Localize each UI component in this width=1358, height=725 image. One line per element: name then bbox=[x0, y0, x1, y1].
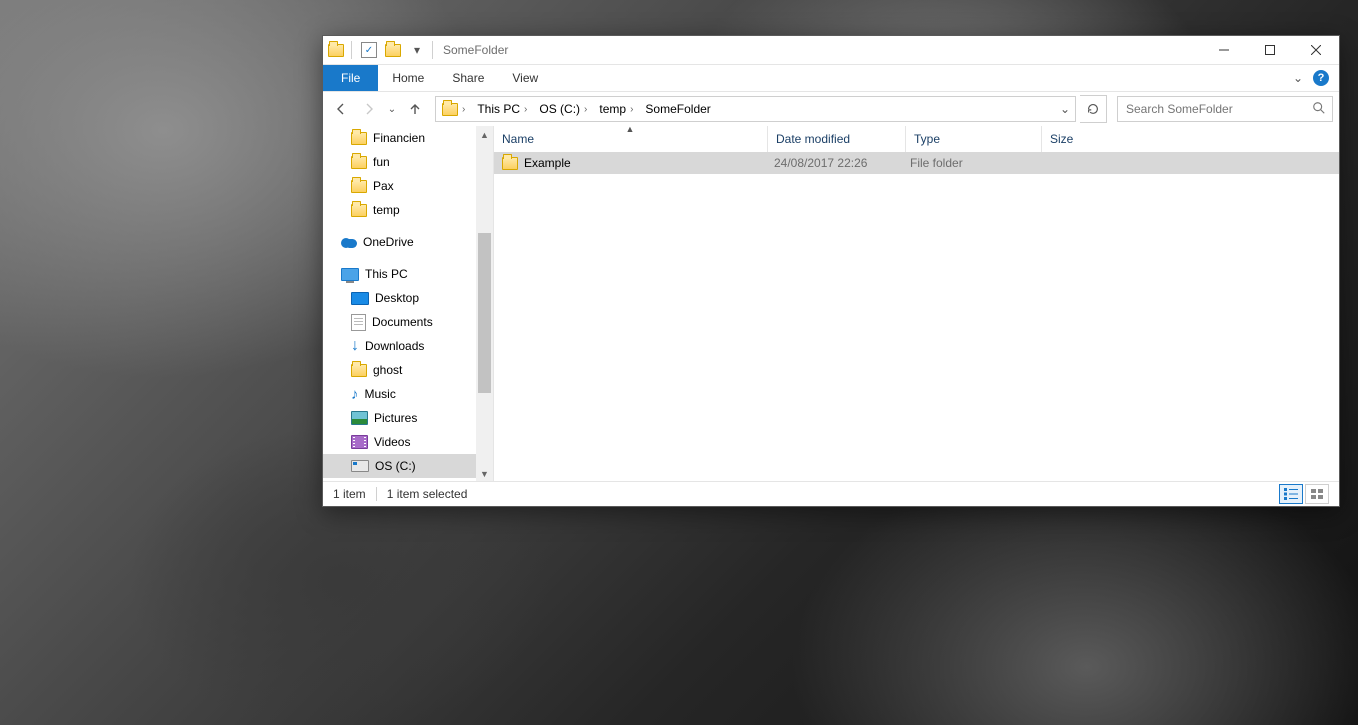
documents-icon bbox=[351, 314, 366, 331]
nav-quick-pax[interactable]: Pax bbox=[323, 174, 493, 198]
file-list-pane: Name ▲ Date modified Type Size Example 2… bbox=[494, 126, 1339, 482]
ribbon: File Home Share View ⌄ ? bbox=[323, 65, 1339, 92]
recent-locations-button[interactable]: ⌄ bbox=[385, 97, 399, 121]
breadcrumb-this-pc[interactable]: This PC› bbox=[471, 97, 533, 121]
col-size[interactable]: Size bbox=[1041, 126, 1131, 152]
navigation-pane: Financien fun Pax temp OneDrive This PC … bbox=[323, 126, 493, 482]
navpane-scrollbar[interactable]: ▲ ▼ bbox=[476, 126, 493, 482]
separator bbox=[432, 41, 433, 59]
scroll-track[interactable] bbox=[476, 143, 493, 465]
status-selection: 1 item selected bbox=[387, 487, 468, 501]
status-item-count: 1 item bbox=[333, 487, 366, 501]
file-row[interactable]: Example 24/08/2017 22:26 File folder bbox=[494, 152, 1339, 174]
qat-properties-button[interactable]: ✓ bbox=[358, 39, 380, 61]
breadcrumb-os-c[interactable]: OS (C:)› bbox=[533, 97, 593, 121]
desktop-background: ✓ ▾ SomeFolder File Home Share View ⌄ ? bbox=[0, 0, 1358, 725]
nav-documents[interactable]: Documents bbox=[323, 310, 493, 334]
scroll-up-icon[interactable]: ▲ bbox=[476, 126, 493, 143]
tab-file[interactable]: File bbox=[323, 65, 378, 91]
drive-icon bbox=[351, 460, 369, 472]
search-input[interactable] bbox=[1124, 101, 1312, 117]
qat-customize-button[interactable]: ▾ bbox=[406, 39, 428, 61]
title-bar: ✓ ▾ SomeFolder bbox=[323, 36, 1339, 65]
up-button[interactable] bbox=[403, 97, 427, 121]
close-button[interactable] bbox=[1293, 36, 1339, 64]
nav-quick-financien[interactable]: Financien bbox=[323, 126, 493, 150]
status-bar: 1 item 1 item selected bbox=[323, 481, 1339, 506]
nav-ghost[interactable]: ghost bbox=[323, 358, 493, 382]
address-bar[interactable]: › This PC› OS (C:)› temp› SomeFolder ⌄ bbox=[435, 96, 1076, 122]
downloads-icon: ↓ bbox=[351, 338, 359, 354]
window-title: SomeFolder bbox=[443, 43, 508, 57]
videos-icon bbox=[351, 435, 368, 449]
window-body: Financien fun Pax temp OneDrive This PC … bbox=[323, 126, 1339, 482]
tab-view[interactable]: View bbox=[498, 65, 552, 91]
nav-music[interactable]: ♪Music bbox=[323, 382, 493, 406]
nav-pictures[interactable]: Pictures bbox=[323, 406, 493, 430]
sort-asc-icon: ▲ bbox=[626, 124, 635, 134]
tab-share[interactable]: Share bbox=[438, 65, 498, 91]
breadcrumb-root-icon[interactable]: › bbox=[436, 97, 471, 121]
separator bbox=[351, 41, 352, 59]
desktop-icon bbox=[351, 292, 369, 305]
col-date[interactable]: Date modified bbox=[767, 126, 905, 152]
help-icon[interactable]: ? bbox=[1313, 70, 1329, 86]
col-name[interactable]: Name ▲ bbox=[494, 126, 767, 152]
folder-icon bbox=[351, 132, 367, 145]
search-box[interactable] bbox=[1117, 96, 1333, 122]
view-details-button[interactable] bbox=[1279, 484, 1303, 504]
breadcrumb-somefolder[interactable]: SomeFolder bbox=[639, 97, 714, 121]
tab-home[interactable]: Home bbox=[378, 65, 438, 91]
music-icon: ♪ bbox=[351, 387, 359, 402]
view-switcher bbox=[1279, 484, 1329, 504]
ribbon-expand-icon[interactable]: ⌄ bbox=[1293, 71, 1303, 85]
address-bar-row: ⌄ › This PC› OS (C:)› temp› SomeFolder ⌄ bbox=[323, 92, 1339, 126]
view-large-icons-button[interactable] bbox=[1305, 484, 1329, 504]
qat-newfolder-button[interactable] bbox=[382, 39, 404, 61]
maximize-button[interactable] bbox=[1247, 36, 1293, 64]
refresh-button[interactable] bbox=[1080, 95, 1107, 123]
file-date: 24/08/2017 22:26 bbox=[766, 156, 902, 170]
address-dropdown-icon[interactable]: ⌄ bbox=[1055, 97, 1075, 121]
folder-icon bbox=[351, 156, 367, 169]
separator bbox=[376, 487, 377, 501]
column-headers: Name ▲ Date modified Type Size bbox=[494, 126, 1339, 152]
minimize-button[interactable] bbox=[1201, 36, 1247, 64]
file-type: File folder bbox=[902, 156, 1036, 170]
folder-icon bbox=[351, 180, 367, 193]
breadcrumb-temp[interactable]: temp› bbox=[593, 97, 639, 121]
pc-icon bbox=[341, 268, 359, 281]
nav-desktop[interactable]: Desktop bbox=[323, 286, 493, 310]
folder-icon bbox=[502, 157, 518, 170]
nav-os-c[interactable]: OS (C:) bbox=[323, 454, 493, 478]
scroll-thumb[interactable] bbox=[478, 233, 491, 393]
pictures-icon bbox=[351, 411, 368, 425]
explorer-window: ✓ ▾ SomeFolder File Home Share View ⌄ ? bbox=[322, 35, 1340, 507]
folder-icon bbox=[351, 204, 367, 217]
nav-quick-fun[interactable]: fun bbox=[323, 150, 493, 174]
quick-access-toolbar: ✓ ▾ bbox=[323, 36, 437, 64]
nav-videos[interactable]: Videos bbox=[323, 430, 493, 454]
nav-onedrive[interactable]: OneDrive bbox=[323, 230, 493, 254]
scroll-down-icon[interactable]: ▼ bbox=[476, 465, 493, 482]
nav-downloads[interactable]: ↓Downloads bbox=[323, 334, 493, 358]
folder-icon bbox=[351, 364, 367, 377]
back-button[interactable] bbox=[329, 97, 353, 121]
nav-this-pc[interactable]: This PC bbox=[323, 262, 493, 286]
app-icon[interactable] bbox=[325, 39, 347, 61]
window-controls bbox=[1201, 36, 1339, 64]
onedrive-icon bbox=[341, 237, 357, 248]
forward-button[interactable] bbox=[357, 97, 381, 121]
col-type[interactable]: Type bbox=[905, 126, 1041, 152]
file-name: Example bbox=[524, 156, 571, 170]
nav-quick-temp[interactable]: temp bbox=[323, 198, 493, 222]
search-icon[interactable] bbox=[1312, 101, 1326, 118]
